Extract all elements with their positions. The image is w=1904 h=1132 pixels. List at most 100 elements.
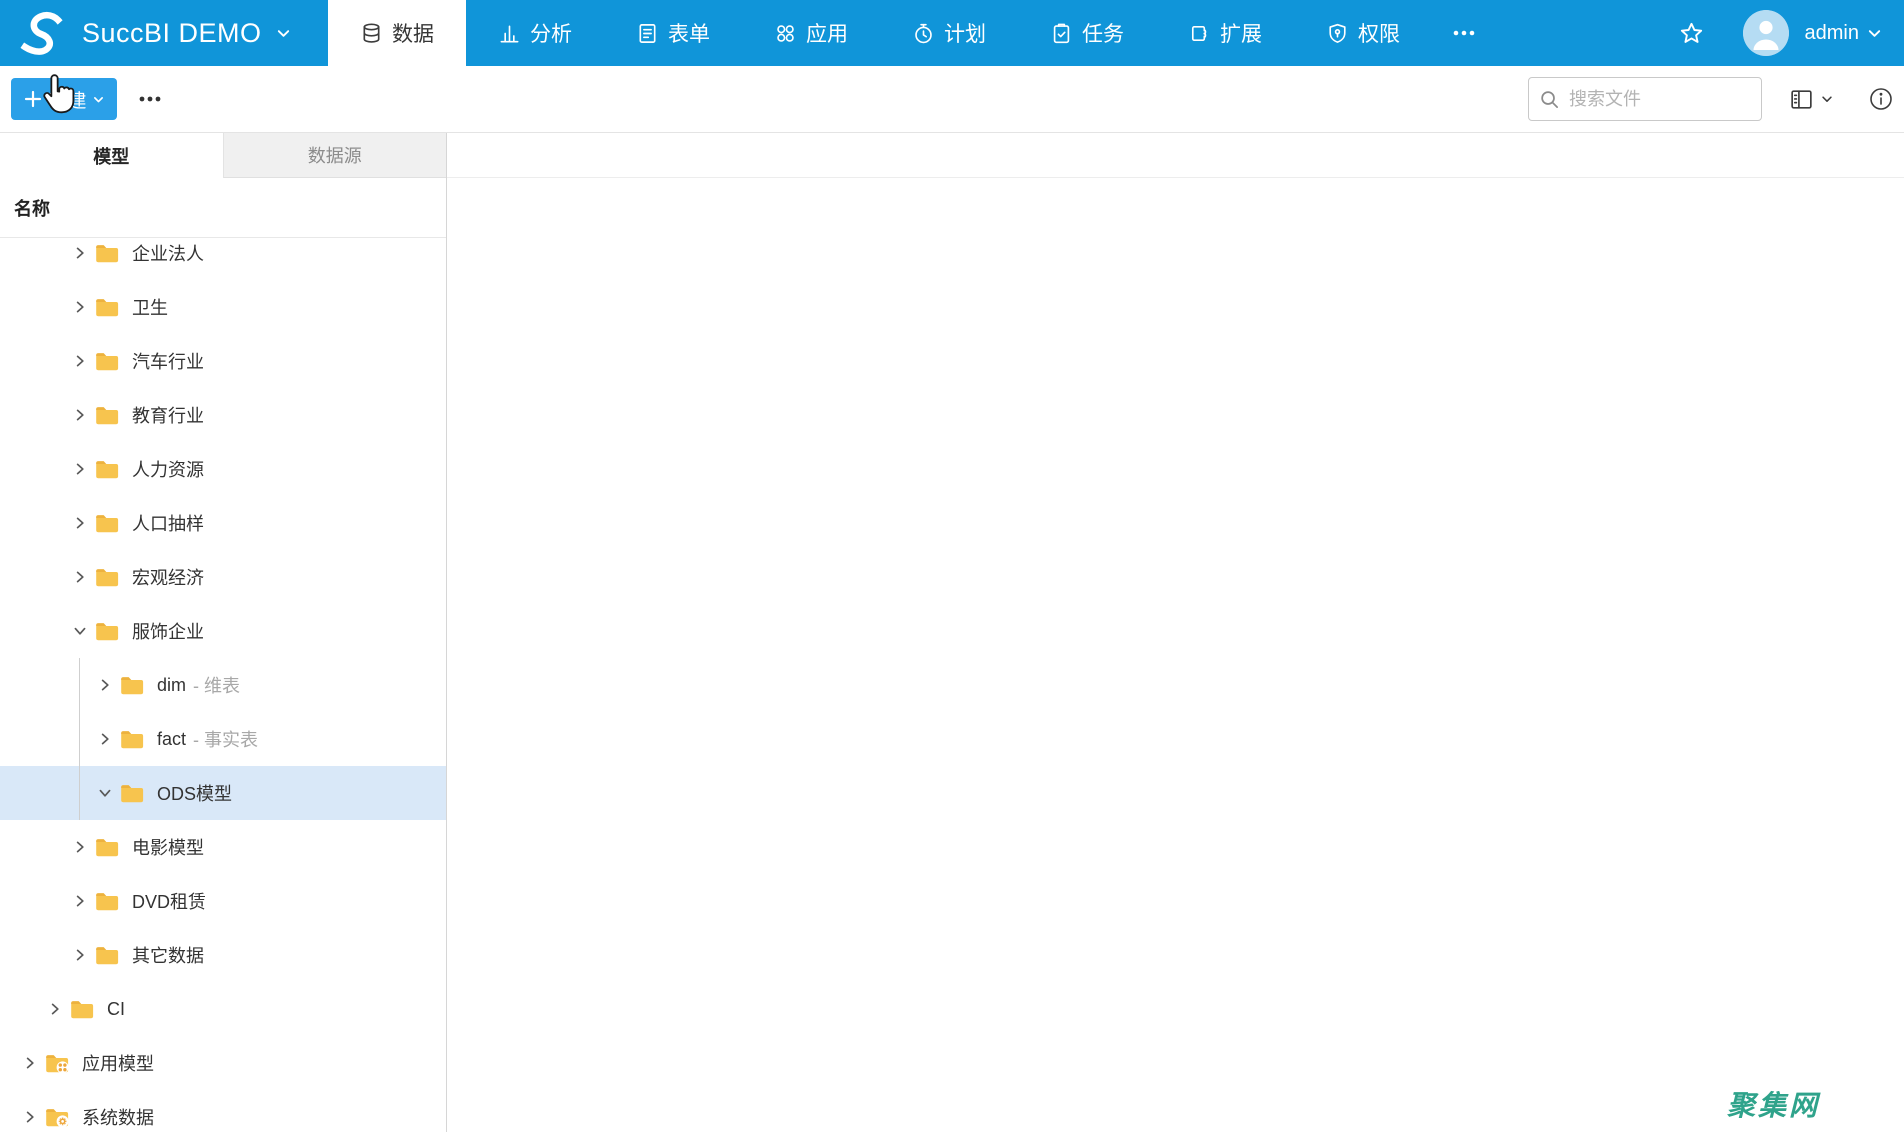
nav-item-stopwatch[interactable]: 计划 [880, 0, 1018, 66]
toolbar-more-button[interactable] [136, 85, 164, 113]
folder-icon [95, 243, 120, 264]
tree-item[interactable]: 汽车行业 [0, 334, 446, 388]
chevron-right-icon[interactable] [72, 894, 87, 909]
nav-item-database[interactable]: 数据 [328, 0, 466, 66]
chevron-right-icon[interactable] [72, 354, 87, 369]
search-box[interactable] [1528, 77, 1762, 121]
tree-item[interactable]: fact - 事实表 [0, 712, 446, 766]
database-icon [360, 22, 383, 45]
chevron-right-icon[interactable] [72, 300, 87, 315]
nav-item-form-document[interactable]: 表单 [604, 0, 742, 66]
model-tree: 企业法人 卫生 汽车行业 教育行业 人力资源 人口抽样 宏观经济 服饰企业 [0, 238, 446, 1132]
tree-item[interactable]: DVD租赁 [0, 874, 446, 928]
sidebar-tab-models[interactable]: 模型 [0, 133, 223, 178]
brand[interactable]: SuccBI DEMO [0, 0, 328, 66]
primary-nav: 数据 分析 表单 应用 计划 任务 扩展 权限 [328, 0, 1432, 66]
folder-icon [120, 729, 145, 750]
tree-item[interactable]: 宏观经济 [0, 550, 446, 604]
chevron-right-icon[interactable] [47, 1002, 62, 1017]
plugin-icon [1188, 22, 1211, 45]
folder-icon [95, 621, 120, 642]
layout-view-icon [1788, 86, 1815, 113]
chevron-down-icon[interactable] [97, 786, 112, 801]
tree-item[interactable]: 卫生 [0, 280, 446, 334]
info-icon [1868, 86, 1894, 112]
nav-item-app-grid[interactable]: 应用 [742, 0, 880, 66]
tree-item[interactable]: 其它数据 [0, 928, 446, 982]
column-header-name: 名称 [0, 178, 446, 238]
search-icon [1539, 89, 1560, 110]
new-button-label: 新建 [48, 86, 86, 113]
bar-chart-icon [498, 22, 521, 45]
tree-item[interactable]: 人口抽样 [0, 496, 446, 550]
main-content-area: 聚集网 [447, 133, 1904, 1132]
stopwatch-icon [912, 22, 935, 45]
app-title: SuccBI DEMO [82, 18, 262, 49]
user-menu-chevron-down-icon[interactable] [1867, 26, 1882, 41]
chevron-right-icon[interactable] [72, 570, 87, 585]
search-input[interactable] [1569, 89, 1751, 110]
chevron-right-icon[interactable] [72, 840, 87, 855]
chevron-down-icon [92, 93, 105, 106]
chevron-down-icon [276, 26, 291, 41]
chevron-right-icon[interactable] [72, 246, 87, 261]
plus-icon [23, 89, 43, 109]
tree-item[interactable]: ODS模型 [0, 766, 446, 820]
chevron-down-icon[interactable] [72, 624, 87, 639]
favorite-star-icon[interactable] [1678, 20, 1705, 47]
chevron-right-icon[interactable] [72, 948, 87, 963]
chevron-right-icon[interactable] [97, 732, 112, 747]
view-toggle-button[interactable] [1788, 86, 1834, 113]
nav-more-button[interactable] [1432, 0, 1496, 66]
tree-item[interactable]: 服饰企业 [0, 604, 446, 658]
tree-item[interactable]: 应用模型 [0, 1036, 446, 1090]
chevron-right-icon[interactable] [22, 1056, 37, 1071]
folder-icon [95, 567, 120, 588]
folder-icon [95, 459, 120, 480]
chevron-right-icon[interactable] [72, 462, 87, 477]
file-tree-sidebar: 模型数据源 名称 企业法人 卫生 汽车行业 教育行业 人力资源 人口抽样 宏 [0, 133, 447, 1132]
clipboard-check-icon [1050, 22, 1073, 45]
folder-gear-icon [45, 1107, 70, 1128]
chevron-right-icon[interactable] [97, 678, 112, 693]
folder-app-grid-icon [45, 1053, 70, 1074]
main-top-strip [447, 133, 1904, 178]
tree-item[interactable]: 教育行业 [0, 388, 446, 442]
tree-item[interactable]: 电影模型 [0, 820, 446, 874]
nav-item-bar-chart[interactable]: 分析 [466, 0, 604, 66]
folder-icon [120, 783, 145, 804]
tree-item[interactable]: 人力资源 [0, 442, 446, 496]
tree-item[interactable]: 系统数据 [0, 1090, 446, 1132]
folder-icon [95, 891, 120, 912]
nav-item-shield-key[interactable]: 权限 [1294, 0, 1432, 66]
folder-icon [95, 351, 120, 372]
username[interactable]: admin [1805, 22, 1859, 45]
tree-item[interactable]: CI [0, 982, 446, 1036]
nav-item-plugin[interactable]: 扩展 [1156, 0, 1294, 66]
top-navigation-bar: SuccBI DEMO 数据 分析 表单 应用 计划 任务 扩展 权限 [0, 0, 1904, 66]
folder-icon [95, 945, 120, 966]
folder-icon [95, 837, 120, 858]
folder-icon [95, 513, 120, 534]
tree-item[interactable]: dim - 维表 [0, 658, 446, 712]
chevron-right-icon[interactable] [72, 516, 87, 531]
chevron-right-icon[interactable] [72, 408, 87, 423]
shield-key-icon [1326, 22, 1349, 45]
sidebar-tabs: 模型数据源 [0, 133, 446, 178]
form-document-icon [636, 22, 659, 45]
app-grid-icon [774, 22, 797, 45]
watermark: 聚集网 [1727, 1084, 1820, 1124]
succbi-logo-icon [15, 7, 67, 59]
avatar[interactable] [1743, 10, 1789, 56]
new-button[interactable]: 新建 [11, 78, 117, 120]
chevron-right-icon[interactable] [22, 1110, 37, 1125]
sidebar-tab-datasources[interactable]: 数据源 [223, 133, 447, 178]
info-button[interactable] [1868, 86, 1894, 112]
chevron-down-icon [1820, 92, 1834, 106]
nav-item-clipboard-check[interactable]: 任务 [1018, 0, 1156, 66]
tree-item[interactable]: 企业法人 [0, 238, 446, 280]
folder-icon [120, 675, 145, 696]
folder-icon [95, 405, 120, 426]
tree-guide-line [79, 658, 80, 820]
folder-icon [70, 999, 95, 1020]
